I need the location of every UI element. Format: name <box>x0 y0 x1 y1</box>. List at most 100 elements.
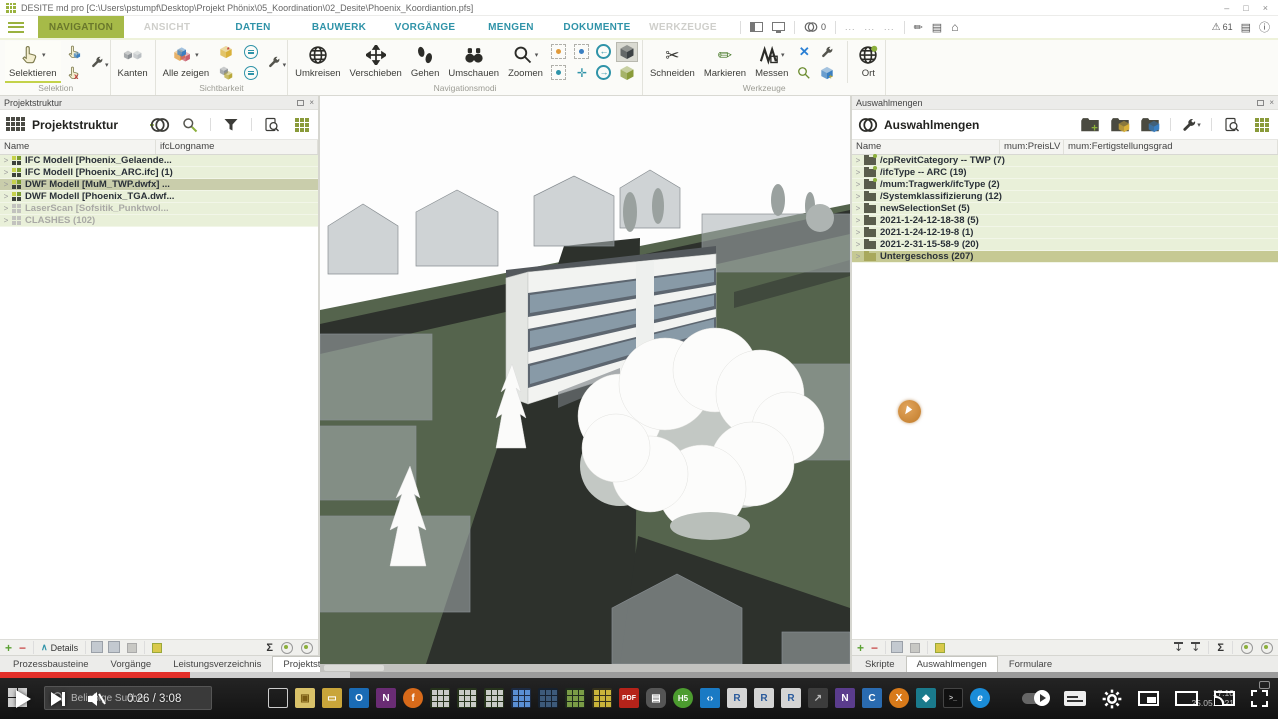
focus-view-button[interactable] <box>548 63 570 83</box>
desite-app-icon[interactable] <box>484 688 504 708</box>
tab-navigation[interactable]: NAVIGATION <box>38 16 124 38</box>
inspect-pin-button[interactable] <box>793 63 815 83</box>
copy-objects-icon[interactable] <box>93 643 103 653</box>
vscode-icon[interactable]: ‹› <box>700 688 720 708</box>
kanten-button[interactable]: Kanten <box>114 41 152 83</box>
tree-row-selected[interactable]: >Untergeschoss (207) <box>852 251 1278 263</box>
sum-button[interactable]: Σ <box>1217 642 1224 654</box>
column-ifclongname[interactable]: ifcLongname <box>156 140 318 154</box>
file-explorer-icon[interactable]: ▣ <box>295 688 315 708</box>
delete-markup-button[interactable]: ✕ <box>793 42 815 62</box>
tree-row[interactable]: >2021-1-24-12-19-8 (1) <box>852 227 1278 239</box>
notepad-icon[interactable]: N <box>835 688 855 708</box>
tree-row[interactable]: >DWF Modell [Phoenix_TGA.dwf... <box>0 191 318 203</box>
column-preislv[interactable]: mum:PreisLV <box>1000 140 1064 154</box>
transparency-off-button[interactable] <box>241 64 261 82</box>
sum-button[interactable]: Σ <box>266 642 273 654</box>
report-button[interactable] <box>1222 116 1242 134</box>
warning-indicator[interactable]: ⚠61 <box>1212 22 1233 33</box>
video-cast-button[interactable] <box>1214 691 1235 706</box>
dropdown-menu-1[interactable]: ... <box>845 22 856 32</box>
scrollbar-thumb[interactable] <box>324 665 384 671</box>
umschauen-button[interactable]: Umschauen <box>444 41 503 83</box>
main-menu-icon[interactable] <box>8 22 24 33</box>
node-icon[interactable] <box>1261 642 1273 654</box>
3d-viewport[interactable] <box>320 96 850 672</box>
monitor-icon[interactable] <box>772 22 785 31</box>
minimize-button[interactable]: – <box>1224 3 1229 13</box>
selection-settings-button[interactable]: ▾ <box>87 53 107 71</box>
folder-icon[interactable]: ▭ <box>322 688 342 708</box>
remove-button[interactable]: − <box>19 641 26 655</box>
pdf-app-icon[interactable]: PDF <box>619 688 639 708</box>
info-icon[interactable]: ⓘ <box>1259 19 1270 35</box>
alle-zeigen-button[interactable]: ▾ Alle zeigen <box>159 41 213 83</box>
tab-mengen[interactable]: MENGEN <box>468 16 554 38</box>
tab-formulare[interactable]: Formulare <box>998 656 1063 672</box>
remove-button[interactable]: − <box>871 641 878 655</box>
video-subtitles-button[interactable] <box>1064 691 1086 706</box>
tree-row-disabled[interactable]: >CLASHES (102) <box>0 215 318 227</box>
video-fullscreen-button[interactable] <box>1251 690 1268 707</box>
tree-row[interactable]: >IFC Modell [Phoenix_Gelaende... <box>0 155 318 167</box>
fit-view-button[interactable]: ✛ <box>571 63 593 83</box>
table-export-button[interactable] <box>1252 116 1272 134</box>
gehen-button[interactable]: Gehen <box>407 41 444 83</box>
outlook-icon[interactable]: O <box>349 688 369 708</box>
add-button[interactable]: + <box>857 641 864 655</box>
selectionset-from-selection-button[interactable] <box>1110 116 1130 134</box>
hide-selected-button[interactable]: * <box>216 43 236 61</box>
video-theater-button[interactable] <box>1175 691 1198 706</box>
layout-panel-icon[interactable] <box>750 22 763 32</box>
selektieren-button[interactable]: ▾ Selektieren <box>5 41 61 83</box>
messen-button[interactable]: ▾ Messen <box>751 41 792 83</box>
video-settings-gear-icon[interactable] <box>1102 689 1122 709</box>
select-remove-button[interactable]: x <box>64 64 84 82</box>
import-button[interactable]: ↧ <box>1174 642 1183 653</box>
add-cube-button[interactable]: + <box>816 63 838 83</box>
dropdown-menu-2[interactable]: ... <box>865 22 876 32</box>
tree-row-selected[interactable]: >DWF Modell [MuM_TWP.dwfx] ... <box>0 179 318 191</box>
tab-daten[interactable]: DATEN <box>210 16 296 38</box>
desite-app-icon[interactable] <box>430 688 450 708</box>
terminal-icon[interactable]: >_ <box>943 688 963 708</box>
isolate-button[interactable] <box>216 64 236 82</box>
tree-row[interactable]: >/Systemklassifizierung (12) <box>852 191 1278 203</box>
link-selection-button[interactable] <box>150 116 170 134</box>
node-icon[interactable] <box>301 642 313 654</box>
tab-skripte[interactable]: Skripte <box>854 656 906 672</box>
task-view-icon[interactable] <box>268 688 288 708</box>
tab-ansicht[interactable]: ANSICHT <box>124 16 210 38</box>
markieren-button[interactable]: ✏ Markieren <box>700 41 750 83</box>
onenote-icon[interactable]: N <box>376 688 396 708</box>
ort-button[interactable]: Ort <box>847 41 882 83</box>
maximize-button[interactable]: □ <box>1243 3 1248 13</box>
video-play-button[interactable] <box>16 690 31 708</box>
close-button[interactable]: × <box>1263 3 1268 13</box>
column-name[interactable]: Name <box>0 140 156 154</box>
details-toggle[interactable]: ∧Details <box>41 642 78 653</box>
video-miniplayer-button[interactable] <box>1138 691 1159 706</box>
tab-bauwerk[interactable]: BAUWERK <box>296 16 382 38</box>
script-icon[interactable] <box>281 642 293 654</box>
app-grid-blue-icon[interactable] <box>511 688 531 708</box>
column-name[interactable]: Name <box>852 140 1000 154</box>
settings-button[interactable]: ▾ <box>1181 116 1201 134</box>
tab-vorgaenge[interactable]: Vorgänge <box>100 656 163 672</box>
tab-dokumente[interactable]: DOKUMENTE <box>554 16 640 38</box>
annotate-pen-icon[interactable]: ✏ <box>914 21 923 34</box>
ortho-view-button[interactable] <box>616 63 638 83</box>
report-button[interactable] <box>262 116 282 134</box>
transparency-on-button[interactable] <box>241 43 261 61</box>
teal-app-icon[interactable]: ◆ <box>916 688 936 708</box>
video-mute-icon[interactable] <box>85 688 107 710</box>
tree-row[interactable]: >2021-2-31-15-58-9 (20) <box>852 239 1278 251</box>
schneiden-button[interactable]: ✂ Schneiden <box>646 41 699 83</box>
app-grid-yellow-icon[interactable] <box>592 688 612 708</box>
highlight-icon[interactable] <box>152 643 162 653</box>
revit-icon[interactable]: R <box>781 688 801 708</box>
add-button[interactable]: + <box>5 641 12 655</box>
app-grid-dark-icon[interactable] <box>538 688 558 708</box>
search-button[interactable] <box>180 116 200 134</box>
share-arrow-icon[interactable]: ↗ <box>808 688 828 708</box>
